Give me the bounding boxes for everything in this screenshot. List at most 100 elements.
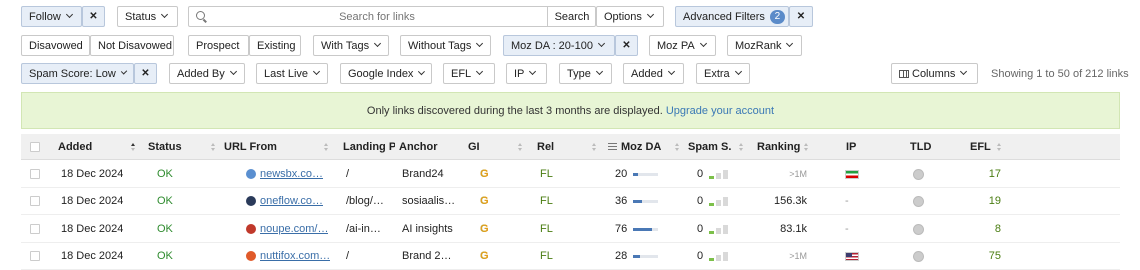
disavowed-button[interactable]: Disavowed [21,35,90,56]
url-from-link[interactable]: newsbx.co… [260,168,323,180]
landing-page[interactable]: /ai-in… [346,216,381,242]
chevron-down-icon [65,10,73,19]
clear-moz-da-button[interactable]: ✕ [615,35,638,56]
type-button[interactable]: Type [559,63,612,84]
globe-icon [913,250,924,262]
table-row[interactable]: 18 Dec 2024 OK oneflow.co… /blog/… sosiaalis… [21,188,1120,215]
with-tags-button[interactable]: With Tags [313,35,389,56]
not-disavowed-button[interactable]: Not Disavowed [90,35,174,56]
column-header-rel[interactable]: Rel [537,134,597,159]
spam-score-filter-button[interactable]: Spam Score: Low [21,63,134,84]
chevron-down-icon [476,39,484,48]
search-box: Search [188,6,596,27]
column-header-tld[interactable]: TLD [910,134,931,159]
column-header-landing[interactable]: Landing P [343,134,395,159]
last-live-button[interactable]: Last Live [256,63,328,84]
efl-value: 8 [994,223,1001,235]
spam-score-bar-icon [709,169,729,179]
select-all-checkbox-cell[interactable] [30,134,40,159]
moz-da-filter-button[interactable]: Moz DA : 20-100 [503,35,615,56]
added-by-button[interactable]: Added By [169,63,245,84]
column-header-efl[interactable]: EFL [970,134,1002,159]
spam-score-bar-icon [709,251,729,261]
row-checkbox[interactable] [30,196,40,206]
clear-advanced-filters-button[interactable]: ✕ [789,6,813,27]
landing-page[interactable]: / [346,243,349,269]
landing-page[interactable]: /blog/… [346,188,384,214]
site-favicon-icon [246,196,256,206]
search-button[interactable]: Search [547,7,596,26]
extra-button[interactable]: Extra [696,63,750,84]
advanced-filters-label: Advanced Filters [683,10,765,23]
google-index-label: Google Index [348,67,414,80]
column-header-anchor[interactable]: Anchor [399,134,454,159]
efl-value: 17 [988,168,1001,180]
flag-iran-icon [845,169,859,179]
options-button[interactable]: Options [596,6,664,27]
existing-button[interactable]: Existing [249,35,301,56]
efl-button[interactable]: EFL [443,63,495,84]
rel-value: FL [540,168,553,180]
chevron-down-icon [374,39,382,48]
header-label: Rel [537,140,555,153]
table-row[interactable]: 18 Dec 2024 OK noupe.com/… /ai-in… AI insigh… [21,216,1120,243]
google-index-icon: G [480,195,489,207]
moz-da-bar [633,172,659,176]
header-label: Ranking [757,140,801,153]
column-header-ranking[interactable]: Ranking [757,134,809,159]
ip-value: - [845,223,849,235]
column-header-added[interactable]: Added [58,134,136,159]
chevron-down-icon [960,67,968,76]
search-input[interactable] [209,7,545,26]
prospect-button[interactable]: Prospect [188,35,249,56]
google-index-icon: G [480,250,489,262]
chevron-down-icon [597,39,605,48]
sort-icon [518,142,523,151]
added-button[interactable]: Added [623,63,684,84]
advanced-filters-button[interactable]: Advanced Filters 2 [675,6,789,27]
column-header-gi[interactable]: GI [468,134,523,159]
landing-page[interactable]: / [346,161,349,187]
row-checkbox[interactable] [30,251,40,261]
moz-pa-button[interactable]: Moz PA [649,35,716,56]
chevron-down-icon [786,39,794,48]
column-header-status[interactable]: Status [148,134,216,159]
header-label: EFL [970,140,991,153]
column-header-spam[interactable]: Spam S. [688,134,744,159]
select-all-checkbox[interactable] [30,141,40,152]
header-label: Moz DA [621,140,662,153]
header-label: Status [148,140,182,153]
column-header-ip[interactable]: IP [846,134,856,159]
sort-icon [592,142,597,151]
url-from-link[interactable]: noupe.com/… [260,223,328,235]
column-header-moz-da[interactable]: Moz DA [608,134,680,159]
header-label: GI [468,140,480,153]
column-header-url-from[interactable]: URL From [224,134,329,159]
row-checkbox[interactable] [30,224,40,234]
without-tags-button[interactable]: Without Tags [400,35,491,56]
google-index-button[interactable]: Google Index [340,63,432,84]
table-row[interactable]: 18 Dec 2024 OK nuttifox.com… / Brand 2… G FL 28… [21,243,1120,270]
close-icon: ✕ [141,68,150,79]
status-filter-button[interactable]: Status [117,6,178,27]
not-disavowed-label: Not Disavowed [98,39,172,52]
clear-spam-score-button[interactable]: ✕ [134,63,157,84]
close-icon: ✕ [622,40,631,51]
ip-button[interactable]: IP [506,63,547,84]
mozrank-button[interactable]: MozRank [727,35,802,56]
moz-da-value: 36 [615,195,628,207]
follow-filter-button[interactable]: Follow [21,6,82,27]
moz-da-value: 28 [615,250,628,262]
clear-follow-button[interactable]: ✕ [82,6,105,27]
upgrade-link[interactable]: Upgrade your account [666,105,774,117]
sort-asc-icon [131,142,136,151]
table-row[interactable]: 18 Dec 2024 OK newsbx.co… / Brand24 G FL 20 0 >1M… [21,161,1120,188]
added-date: 18 Dec 2024 [61,223,124,235]
row-checkbox[interactable] [30,169,40,179]
url-from-link[interactable]: nuttifox.com… [260,250,330,262]
type-label: Type [567,67,591,80]
columns-button[interactable]: Columns [891,63,978,84]
url-from-link[interactable]: oneflow.co… [260,195,323,207]
status-value: OK [157,195,173,207]
spam-score-value: 0 [697,195,704,207]
